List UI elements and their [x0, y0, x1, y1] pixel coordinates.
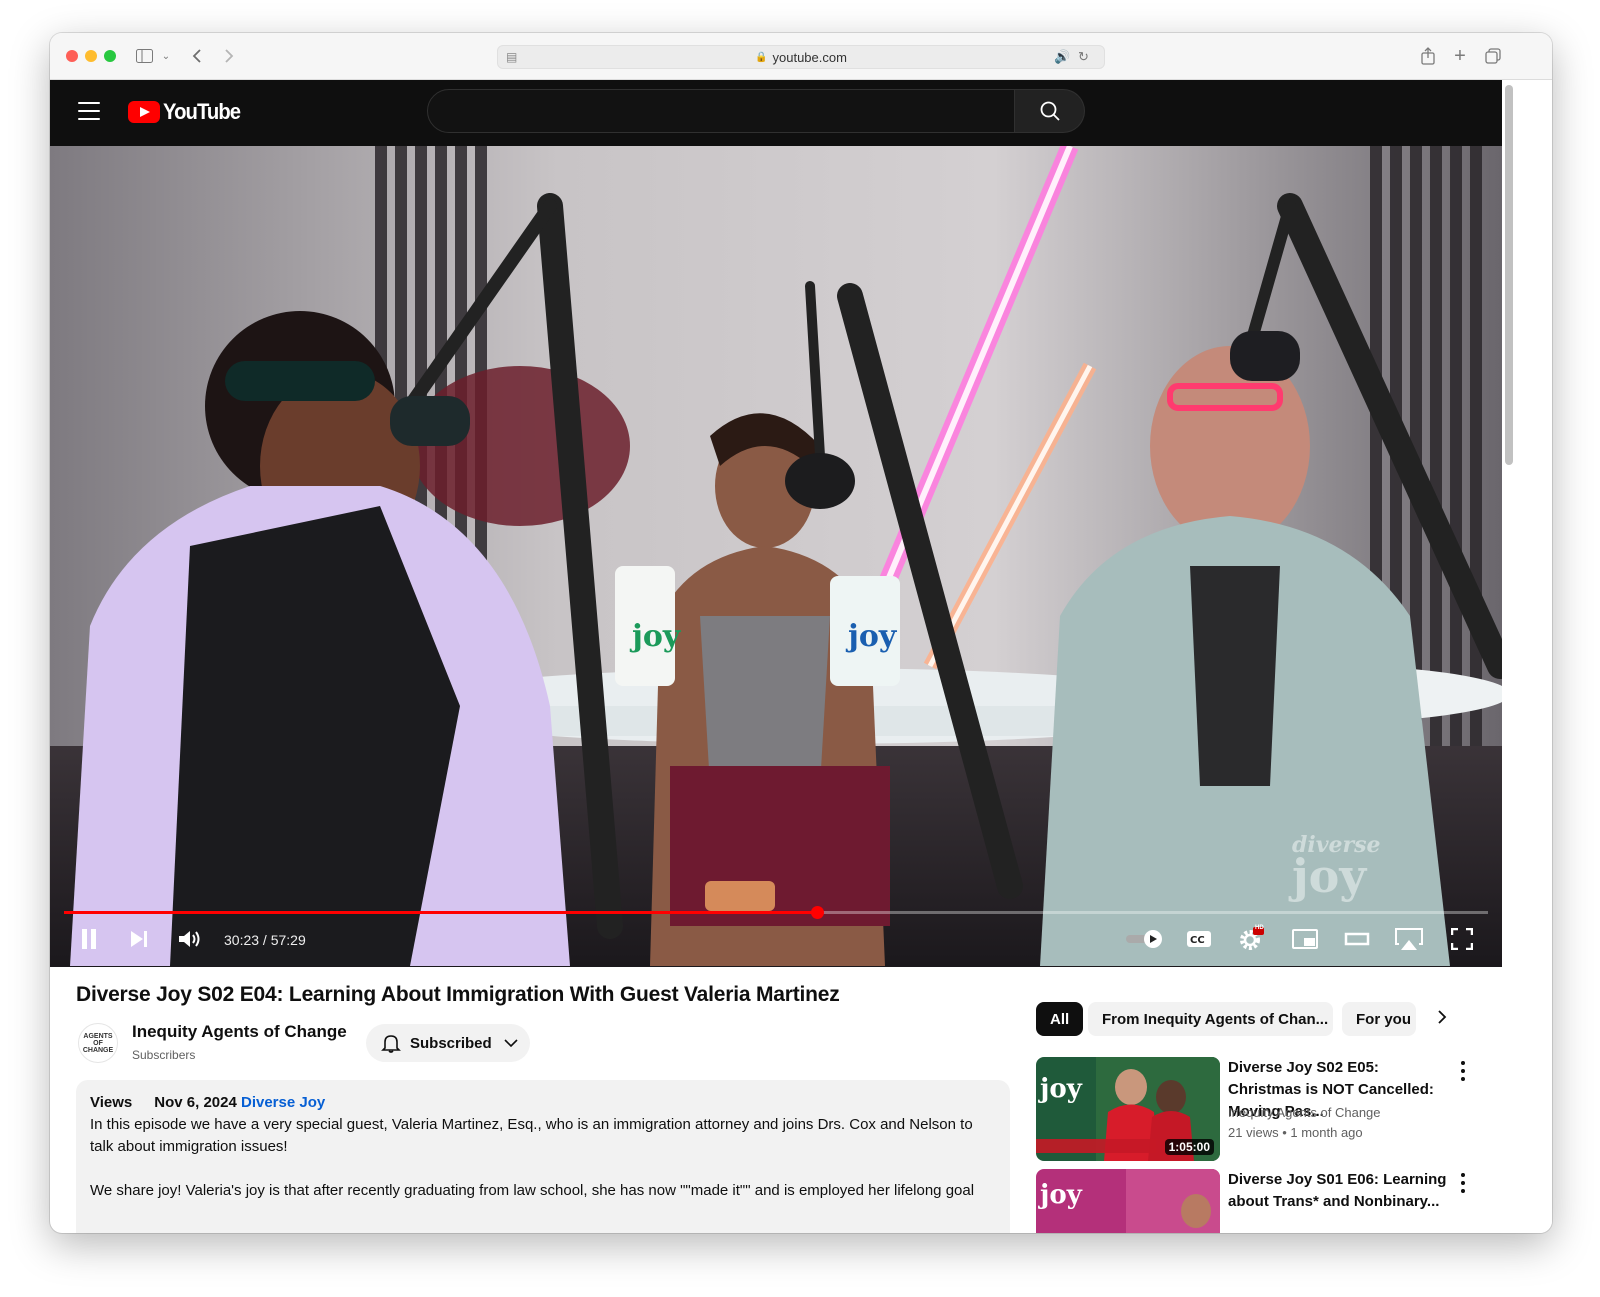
- miniplayer-button[interactable]: [1290, 924, 1320, 954]
- autoplay-toggle[interactable]: [1124, 924, 1164, 954]
- youtube-logo[interactable]: YouTube: [128, 99, 247, 125]
- video-duration: 1:05:00: [1164, 1139, 1214, 1155]
- subscribed-label: Subscribed: [410, 1034, 492, 1052]
- page-menu-icon[interactable]: ▤: [506, 50, 517, 64]
- theater-mode-button[interactable]: [1342, 924, 1372, 954]
- autoplay-icon: [1126, 930, 1162, 948]
- chevron-down-icon: [504, 1036, 518, 1050]
- svg-text:joy: joy: [845, 619, 898, 654]
- url-text: youtube.com: [772, 49, 847, 65]
- browser-toolbar: ⌄ ▤ 🔒 youtube.com 🔊 ↻ +: [50, 33, 1552, 80]
- svg-text:joy: joy: [1038, 1074, 1083, 1104]
- new-tab-icon[interactable]: +: [1450, 45, 1470, 67]
- browser-window: ⌄ ▤ 🔒 youtube.com 🔊 ↻ + YouTube joy joy …: [50, 33, 1552, 1233]
- airplay-icon: [1395, 928, 1423, 950]
- subscriber-count: Subscribers: [132, 1048, 196, 1062]
- svg-text:CC: CC: [1190, 935, 1205, 946]
- svg-text:joy: joy: [629, 619, 682, 654]
- time-display: 30:23 / 57:29: [224, 932, 306, 948]
- minimize-window-button[interactable]: [85, 50, 97, 62]
- pause-button[interactable]: [76, 924, 102, 954]
- description-paragraph: We share joy! Valeria's joy is that afte…: [90, 1182, 975, 1199]
- video-thumbnail[interactable]: joy: [1036, 1169, 1220, 1233]
- view-count: Views: [90, 1094, 133, 1111]
- recommendation-title[interactable]: Diverse Joy S01 E06: Learning about Tran…: [1228, 1169, 1454, 1213]
- progress-bar[interactable]: [64, 906, 1488, 919]
- reload-icon[interactable]: ↻: [1078, 49, 1089, 65]
- captions-button[interactable]: CC: [1184, 924, 1214, 954]
- airplay-button[interactable]: [1392, 924, 1426, 954]
- chip-for-you[interactable]: For you: [1342, 1002, 1416, 1036]
- share-icon[interactable]: [1418, 45, 1438, 67]
- audio-playing-icon[interactable]: 🔊: [1054, 49, 1070, 65]
- youtube-play-icon: [128, 101, 160, 123]
- search-button[interactable]: [1015, 89, 1085, 133]
- chevron-down-icon[interactable]: ⌄: [160, 45, 172, 67]
- next-icon: [131, 931, 147, 947]
- hashtag-link[interactable]: Diverse Joy: [241, 1094, 325, 1111]
- recommendation-meta: 21 views • 1 month ago: [1228, 1125, 1363, 1140]
- close-window-button[interactable]: [66, 50, 78, 62]
- video-frame: joy joy: [50, 146, 1502, 967]
- next-button[interactable]: [126, 924, 152, 954]
- fullscreen-button[interactable]: [1448, 924, 1476, 954]
- pause-icon: [82, 929, 96, 949]
- back-button[interactable]: [188, 45, 206, 67]
- search-icon: [1040, 101, 1060, 121]
- scrollbar-thumb[interactable]: [1505, 85, 1513, 465]
- chevron-right-icon[interactable]: [1437, 1009, 1447, 1030]
- tab-overview-icon[interactable]: [1482, 45, 1504, 67]
- volume-icon: [179, 931, 200, 947]
- subscribed-button[interactable]: Subscribed: [366, 1024, 530, 1062]
- fullscreen-icon: [1451, 928, 1473, 950]
- miniplayer-icon: [1292, 929, 1318, 949]
- thumbnail-image: joy: [1036, 1169, 1220, 1233]
- recommendation-age: 1 month ago: [1290, 1125, 1363, 1140]
- chip-from-channel[interactable]: From Inequity Agents of Chan...: [1088, 1002, 1333, 1036]
- video-title: Diverse Joy S02 E04: Learning About Immi…: [76, 983, 840, 1006]
- upload-date: Nov 6, 2024: [154, 1094, 237, 1111]
- volume-button[interactable]: [176, 924, 204, 954]
- search-input[interactable]: [427, 89, 1015, 133]
- settings-button[interactable]: HD: [1236, 924, 1266, 954]
- diverse-joy-watermark: diverse joy: [1292, 832, 1381, 903]
- captions-icon: CC: [1187, 931, 1211, 947]
- zoom-window-button[interactable]: [104, 50, 116, 62]
- bell-icon: [381, 1035, 401, 1053]
- theater-icon: [1344, 932, 1370, 946]
- more-options-icon[interactable]: [1456, 1059, 1470, 1083]
- youtube-masthead: YouTube: [50, 80, 1502, 146]
- sidebar-toggle-icon[interactable]: [134, 45, 154, 67]
- channel-avatar-text: AGENTS OF CHANGE: [82, 1032, 114, 1054]
- lock-icon: 🔒: [755, 51, 768, 63]
- description-meta: Views Nov 6, 2024 Diverse Joy: [90, 1092, 996, 1114]
- description-paragraph: In this episode we have a very special g…: [90, 1116, 973, 1155]
- more-options-icon[interactable]: [1456, 1171, 1470, 1195]
- chip-all[interactable]: All: [1036, 1002, 1084, 1036]
- channel-name[interactable]: Inequity Agents of Change: [132, 1022, 347, 1042]
- video-thumbnail[interactable]: joy 1:05:00: [1036, 1057, 1220, 1161]
- recommendation-views: 21 views: [1228, 1125, 1279, 1140]
- recommendation-item[interactable]: joy Diverse Joy S01 E06: Learning about …: [1036, 1169, 1486, 1233]
- youtube-logo-text: YouTube: [163, 99, 241, 124]
- hd-badge: HD: [1255, 925, 1264, 931]
- svg-text:joy: joy: [1038, 1180, 1083, 1210]
- progress-played: [64, 911, 818, 914]
- recommendation-channel[interactable]: Inequity Agents of Change: [1228, 1105, 1381, 1120]
- description-box[interactable]: Views Nov 6, 2024 Diverse Joy In this epi…: [76, 1080, 1010, 1233]
- recommendation-item[interactable]: joy 1:05:00 Diverse Joy S02 E05: Christm…: [1036, 1057, 1486, 1161]
- address-bar[interactable]: ▤ 🔒 youtube.com 🔊 ↻: [497, 45, 1105, 69]
- channel-avatar[interactable]: AGENTS OF CHANGE: [78, 1023, 118, 1063]
- menu-icon[interactable]: [78, 102, 100, 120]
- video-player[interactable]: joy joy diverse joy 30:23 / 57:29 CC HD: [50, 146, 1502, 967]
- forward-button[interactable]: [220, 45, 238, 67]
